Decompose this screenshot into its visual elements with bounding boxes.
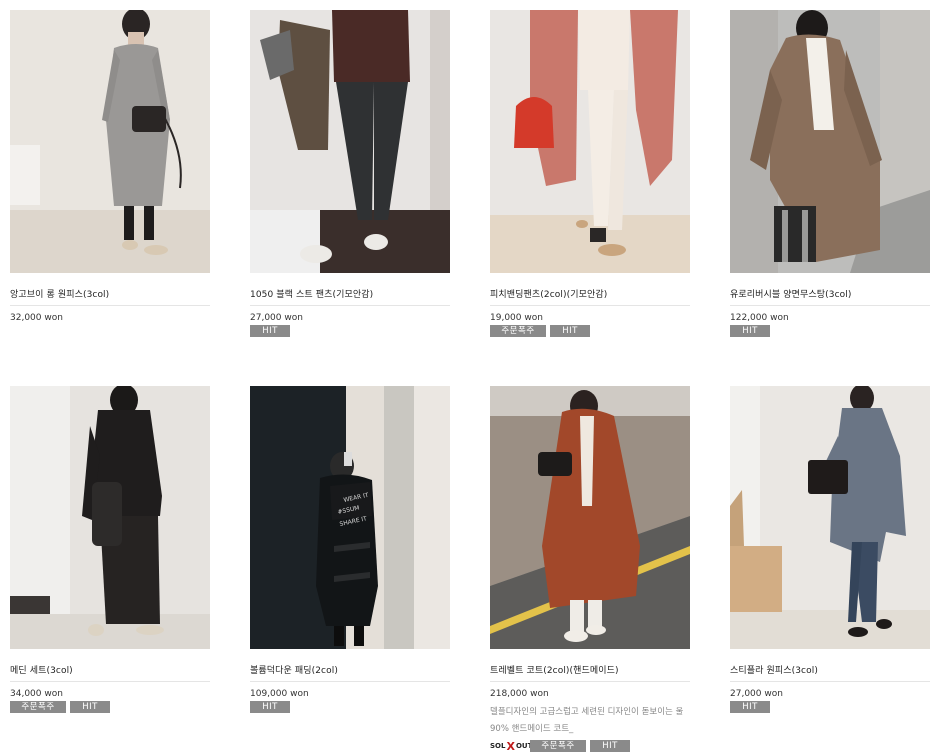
- product-description: 델플디자인의 고급스럽고 세련된 디자인이 돋보이는 울90% 핸드메이드 코트…: [490, 707, 684, 734]
- product-name[interactable]: 앙고브이 롱 원피스(3col): [10, 287, 210, 306]
- best-seller-badge: 주문폭주: [490, 325, 546, 337]
- hit-badge: HIT: [730, 701, 770, 713]
- product-image[interactable]: [730, 10, 930, 273]
- badge-row: HIT: [250, 325, 450, 337]
- product-card[interactable]: 유로리버시블 양면무스탕(3col) 122,000 won HIT: [730, 10, 930, 337]
- badge-row: HIT: [250, 701, 450, 713]
- product-name[interactable]: 메딘 세트(3col): [10, 663, 210, 682]
- product-price: 32,000 won: [10, 313, 63, 323]
- product-card[interactable]: 앙고브이 롱 원피스(3col) 32,000 won: [10, 10, 210, 323]
- sold-out-badge: SOL X OUT: [490, 739, 533, 753]
- product-price: 109,000 won: [250, 689, 309, 699]
- badge-row: SOL X OUT 주문폭주 HIT: [490, 739, 690, 753]
- sold-out-x-icon: X: [506, 739, 515, 753]
- product-image[interactable]: [730, 386, 930, 649]
- hit-badge: HIT: [250, 325, 290, 337]
- product-card[interactable]: 트레벨트 코트(2col)(핸드메이드) 218,000 won 델플디자인의 …: [490, 386, 690, 753]
- hit-badge: HIT: [250, 701, 290, 713]
- hit-badge: HIT: [550, 325, 590, 337]
- badge-row: HIT: [730, 325, 930, 337]
- best-seller-badge: 주문폭주: [530, 740, 586, 752]
- product-image[interactable]: [490, 10, 690, 273]
- badge-row: 주문폭주 HIT: [10, 701, 210, 713]
- product-image[interactable]: [250, 10, 450, 273]
- product-image[interactable]: [10, 10, 210, 273]
- product-grid: 앙고브이 롱 원피스(3col) 32,000 won 1050 블랙 스트 팬…: [0, 0, 941, 753]
- product-price: 218,000 won: [490, 689, 549, 699]
- product-name[interactable]: 1050 블랙 스트 팬츠(기모안감): [250, 287, 450, 306]
- product-name[interactable]: 유로리버시블 양면무스탕(3col): [730, 287, 930, 306]
- hit-badge: HIT: [70, 701, 110, 713]
- product-name[interactable]: 트레벨트 코트(2col)(핸드메이드): [490, 663, 690, 682]
- product-card[interactable]: 1050 블랙 스트 팬츠(기모안감) 27,000 won HIT: [250, 10, 450, 337]
- product-price: 19,000 won: [490, 313, 543, 323]
- hit-badge: HIT: [730, 325, 770, 337]
- best-seller-badge: 주문폭주: [10, 701, 66, 713]
- product-price: 34,000 won: [10, 689, 63, 699]
- product-name[interactable]: 피치밴딩팬츠(2col)(기모안감): [490, 287, 690, 306]
- product-name[interactable]: 볼륨덕다운 패딩(2col): [250, 663, 450, 682]
- badge-row: HIT: [730, 701, 930, 713]
- product-name[interactable]: 스티플라 원피스(3col): [730, 663, 930, 682]
- product-card[interactable]: 메딘 세트(3col) 34,000 won 주문폭주 HIT: [10, 386, 210, 713]
- product-price: 27,000 won: [730, 689, 783, 699]
- hit-badge: HIT: [590, 740, 630, 752]
- product-card[interactable]: WEAR IT #SSUM SHARE IT 볼륨덕다운 패딩(2col) 10…: [250, 386, 450, 713]
- product-price: 122,000 won: [730, 313, 789, 323]
- product-image[interactable]: [490, 386, 690, 649]
- product-price: 27,000 won: [250, 313, 303, 323]
- product-image[interactable]: WEAR IT #SSUM SHARE IT: [250, 386, 450, 649]
- product-card[interactable]: 피치밴딩팬츠(2col)(기모안감) 19,000 won 주문폭주 HIT: [490, 10, 690, 337]
- product-card[interactable]: 스티플라 원피스(3col) 27,000 won HIT: [730, 386, 930, 713]
- badge-row: 주문폭주 HIT: [490, 325, 690, 337]
- product-image[interactable]: [10, 386, 210, 649]
